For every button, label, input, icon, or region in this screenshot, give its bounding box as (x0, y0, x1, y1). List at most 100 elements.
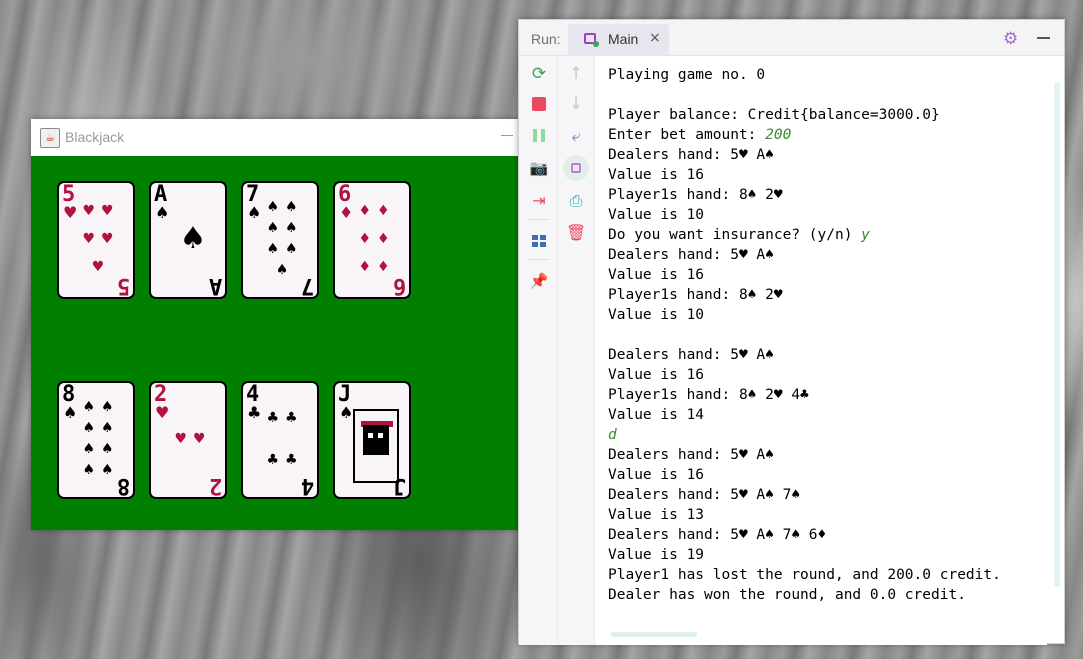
run-tool-window: Run: Main × ⚙ ⟳ 📷 ⇥ 📌 ↑ ↓ ⤶ ⎙ 🗑 Playing … (518, 19, 1065, 645)
toolbar-divider (529, 219, 549, 220)
console-output-text: Player1s hand: 8♠ 2♥ (608, 187, 783, 203)
card-pips: ♠ (179, 221, 207, 256)
arrow-down-icon[interactable]: ↓ (566, 94, 586, 114)
console-output-text: Player1s hand: 8♠ 2♥ 4♣ (608, 387, 809, 403)
console-line: Dealers hand: 5♥ A♠ (608, 145, 1001, 165)
horizontal-scrollbar[interactable] (611, 632, 697, 637)
minimize-icon[interactable] (501, 135, 513, 136)
console-line: Value is 16 (608, 165, 1001, 185)
console-output-text: Dealers hand: 5♥ A♠ (608, 147, 774, 163)
arrow-up-icon[interactable]: ↑ (566, 64, 586, 84)
user-input-text: y (861, 227, 870, 243)
vertical-scrollbar[interactable] (1054, 82, 1060, 587)
console-output-text: Dealers hand: 5♥ A♠ (608, 347, 774, 363)
console-line: Value is 16 (608, 365, 1001, 385)
toolbar-divider (529, 259, 549, 260)
card-suit: ♠ (339, 403, 354, 422)
console-output-text: Value is 10 (608, 207, 705, 223)
console-output-text: Dealers hand: 5♥ A♠ 7♠ (608, 487, 801, 503)
console-output-text: Player1 has lost the round, and 200.0 cr… (608, 567, 1001, 583)
card-pips: ♦♦ ♦♦ ♦♦ (358, 203, 396, 275)
console-output[interactable]: Playing game no. 0 Player balance: Credit… (595, 56, 1047, 645)
run-header: Run: Main × ⚙ (519, 20, 1064, 56)
playing-card: 7 ♠ 7 ♠♠ ♠♠ ♠♠ ♠ (241, 181, 319, 299)
run-toolbar-secondary: ↑ ↓ ⤶ ⎙ 🗑 (558, 56, 595, 645)
card-suit: ♠ (247, 203, 262, 222)
console-line: Player balance: Credit{balance=3000.0} (608, 105, 1001, 125)
console-line: Playing game no. 0 (608, 65, 1001, 85)
soft-wrap-icon[interactable]: ⤶ (566, 126, 586, 146)
tab-main[interactable]: Main × (568, 24, 669, 55)
console-lines: Playing game no. 0 Player balance: Credit… (608, 65, 1001, 605)
console-line: Dealers hand: 5♥ A♠ 7♠ (608, 485, 1001, 505)
card-suit: ♣ (247, 403, 262, 422)
console-line: Value is 16 (608, 465, 1001, 485)
console-output-text: Value is 19 (608, 547, 705, 563)
pin-icon[interactable]: 📌 (529, 271, 549, 291)
pause-icon[interactable] (529, 126, 549, 146)
console-output-text: Value is 13 (608, 507, 705, 523)
user-input-text: 200 (765, 127, 792, 143)
run-toolbar-primary: ⟳ 📷 ⇥ 📌 (519, 56, 558, 645)
playing-card: A ♠ A ♠ (149, 181, 227, 299)
print-icon[interactable]: ⎙ (566, 191, 586, 211)
console-line: Dealers hand: 5♥ A♠ (608, 445, 1001, 465)
console-line: Value is 10 (608, 205, 1001, 225)
card-suit: ♠ (155, 203, 170, 222)
console-output-text: Dealers hand: 5♥ A♠ (608, 447, 774, 463)
console-output-text: Value is 16 (608, 367, 705, 383)
camera-icon[interactable]: 📷 (529, 158, 549, 178)
playing-card: 6 ♦ 6 ♦♦ ♦♦ ♦♦ (333, 181, 411, 299)
blackjack-titlebar[interactable]: ☕ Blackjack (31, 119, 521, 156)
gear-icon[interactable]: ⚙ (1003, 29, 1018, 49)
console-line: Player1s hand: 8♠ 2♥ (608, 285, 1001, 305)
card-pips: ♠♠ ♠♠ ♠♠ ♠♠ (82, 399, 120, 478)
java-icon: ☕ (40, 128, 60, 148)
console-line: Player1 has lost the round, and 200.0 cr… (608, 565, 1001, 585)
card-suit: ♥ (63, 203, 78, 222)
console-output-text: Dealer has won the round, and 0.0 credit… (608, 587, 966, 603)
card-pips: ♥♥ (174, 431, 212, 447)
playing-card: 8 ♠ 8 ♠♠ ♠♠ ♠♠ ♠♠ (57, 381, 135, 499)
card-suit: ♥ (155, 403, 170, 422)
card-table: 5 ♥ 5 ♥♥ ♥♥ ♥ A ♠ A ♠ 7 ♠ 7 ♠♠ ♠♠ ♠♠ ♠ 6 ♦ 6 ♦♦ ♦♦ ♦♦ 8 ♠ 8 ♠♠ ♠♠ ♠… (31, 156, 521, 530)
jack-face-image (353, 409, 399, 483)
stop-icon[interactable] (529, 94, 549, 114)
console-line: d (608, 425, 1001, 445)
card-pips: ♥♥ ♥♥ ♥ (82, 203, 120, 275)
card-suit: ♦ (339, 203, 354, 222)
console-line: Value is 13 (608, 505, 1001, 525)
console-line: Player1s hand: 8♠ 2♥ (608, 185, 1001, 205)
console-line: Value is 16 (608, 265, 1001, 285)
exit-icon[interactable]: ⇥ (529, 191, 549, 211)
minimize-icon[interactable] (1037, 37, 1050, 39)
run-label: Run: (531, 31, 561, 47)
playing-card: 4 ♣ 4 ♣♣ ♣♣ (241, 381, 319, 499)
console-output-text: Value is 16 (608, 467, 705, 483)
tab-label: Main (608, 31, 639, 47)
console-output-text: Player balance: Credit{balance=3000.0} (608, 107, 940, 123)
console-line: Dealers hand: 5♥ A♠ (608, 345, 1001, 365)
console-line: Dealer has won the round, and 0.0 credit… (608, 585, 1001, 605)
window-title: Blackjack (65, 129, 125, 145)
card-pips: ♠♠ ♠♠ ♠♠ ♠ (266, 199, 304, 278)
trash-icon[interactable]: 🗑 (566, 223, 586, 243)
console-line: Do you want insurance? (y/n) y (608, 225, 1001, 245)
console-line: Player1s hand: 8♠ 2♥ 4♣ (608, 385, 1001, 405)
card-suit: ♠ (63, 403, 78, 422)
layout-icon[interactable] (529, 231, 549, 251)
console-output-text: Enter bet amount: (608, 127, 766, 143)
console-output-text: Value is 10 (608, 307, 705, 323)
console-output-text: Do you want insurance? (y/n) (608, 227, 862, 243)
close-icon[interactable]: × (649, 30, 661, 46)
console-output-text: Playing game no. 0 (608, 67, 766, 83)
console-line: Dealers hand: 5♥ A♠ (608, 245, 1001, 265)
console-output-text: Value is 16 (608, 267, 705, 283)
rerun-icon[interactable]: ⟳ (529, 64, 549, 84)
console-output-text: Dealers hand: 5♥ A♠ (608, 247, 774, 263)
application-icon (584, 33, 599, 47)
console-output-text: Dealers hand: 5♥ A♠ 7♠ 6♦ (608, 527, 827, 543)
scroll-to-end-icon[interactable] (563, 155, 589, 181)
